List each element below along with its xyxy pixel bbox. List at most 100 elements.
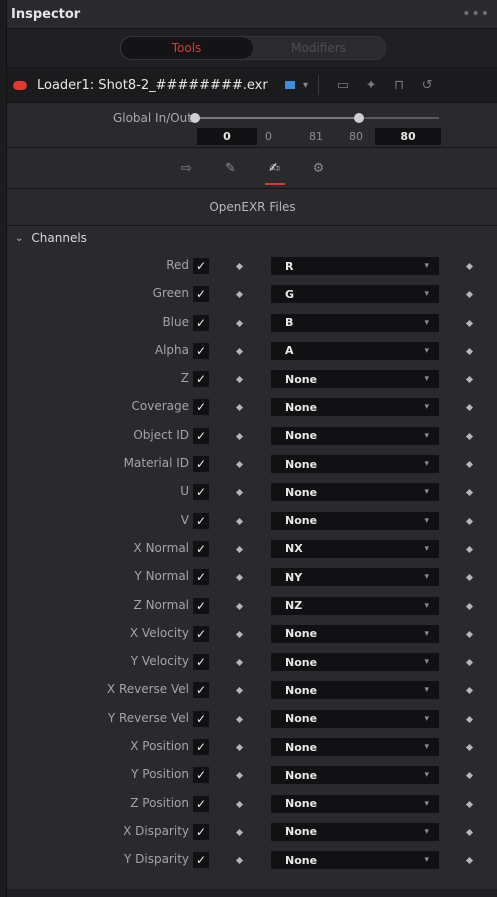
tab-tools[interactable]: Tools <box>120 37 253 59</box>
channel-enable-checkbox[interactable]: ✓ <box>193 427 209 444</box>
channel-enable-checkbox[interactable]: ✓ <box>193 540 209 557</box>
more-options-icon[interactable]: ••• <box>462 6 490 22</box>
keyframe-diamond-icon[interactable] <box>465 715 474 723</box>
channel-enable-checkbox[interactable]: ✓ <box>193 710 209 727</box>
keyframe-diamond-icon[interactable] <box>235 347 244 355</box>
keyframe-diamond-icon[interactable] <box>235 857 244 865</box>
keyframe-diamond-icon[interactable] <box>235 432 244 440</box>
range-start-handle[interactable] <box>190 113 200 123</box>
channel-enable-checkbox[interactable]: ✓ <box>193 399 209 416</box>
channel-enable-checkbox[interactable]: ✓ <box>193 823 209 840</box>
channel-enable-checkbox[interactable]: ✓ <box>193 569 209 586</box>
channel-select[interactable]: None ▾ <box>271 709 439 728</box>
keyframe-diamond-icon[interactable] <box>465 432 474 440</box>
keyframe-diamond-icon[interactable] <box>465 659 474 667</box>
channel-select[interactable]: None ▾ <box>271 738 439 757</box>
keyframe-diamond-icon[interactable] <box>465 347 474 355</box>
channel-select[interactable]: NX ▾ <box>271 539 439 558</box>
keyframe-diamond-icon[interactable] <box>465 800 474 808</box>
channel-select[interactable]: None ▾ <box>271 766 439 785</box>
channel-enable-checkbox[interactable]: ✓ <box>193 342 209 359</box>
keyframe-diamond-icon[interactable] <box>465 319 474 327</box>
format-tab-icon[interactable]: ✍ <box>262 158 288 185</box>
keyframe-diamond-icon[interactable] <box>465 376 474 384</box>
channel-enable-checkbox[interactable]: ✓ <box>193 286 209 303</box>
keyframe-diamond-icon[interactable] <box>235 517 244 525</box>
channel-select[interactable]: None ▾ <box>271 511 439 530</box>
channel-enable-checkbox[interactable]: ✓ <box>193 767 209 784</box>
global-in-field[interactable]: 0 <box>197 128 257 145</box>
keyframe-diamond-icon[interactable] <box>235 772 244 780</box>
keyframe-diamond-icon[interactable] <box>235 687 244 695</box>
channel-enable-checkbox[interactable]: ✓ <box>193 739 209 756</box>
keyframe-diamond-icon[interactable] <box>465 489 474 497</box>
keyframe-diamond-icon[interactable] <box>235 630 244 638</box>
keyframe-diamond-icon[interactable] <box>235 828 244 836</box>
keyframe-diamond-icon[interactable] <box>465 772 474 780</box>
channel-select[interactable]: None ▾ <box>271 426 439 445</box>
keyframe-diamond-icon[interactable] <box>235 461 244 469</box>
channel-enable-checkbox[interactable]: ✓ <box>193 795 209 812</box>
channel-enable-checkbox[interactable]: ✓ <box>193 654 209 671</box>
channel-enable-checkbox[interactable]: ✓ <box>193 852 209 869</box>
channels-section-header[interactable]: ⌄ Channels <box>7 226 497 250</box>
keyframe-diamond-icon[interactable] <box>465 517 474 525</box>
keyframe-diamond-icon[interactable] <box>235 744 244 752</box>
channel-select[interactable]: None ▾ <box>271 483 439 502</box>
keyframe-diamond-icon[interactable] <box>465 404 474 412</box>
channel-enable-checkbox[interactable]: ✓ <box>193 512 209 529</box>
channel-select[interactable]: A ▾ <box>271 341 439 360</box>
keyframe-diamond-icon[interactable] <box>235 489 244 497</box>
keyframe-diamond-icon[interactable] <box>235 800 244 808</box>
keyframe-diamond-icon[interactable] <box>235 715 244 723</box>
keyframe-diamond-icon[interactable] <box>465 687 474 695</box>
channel-select[interactable]: None ▾ <box>271 851 439 870</box>
channel-select[interactable]: B ▾ <box>271 313 439 332</box>
channel-select[interactable]: None ▾ <box>271 624 439 643</box>
keyframe-diamond-icon[interactable] <box>465 461 474 469</box>
channel-select[interactable]: None ▾ <box>271 822 439 841</box>
global-out-field[interactable]: 80 <box>375 128 441 145</box>
keyframe-diamond-icon[interactable] <box>235 545 244 554</box>
reset-icon[interactable]: ↺ <box>413 78 441 93</box>
import-tab-icon[interactable]: ⇨ <box>174 158 200 178</box>
keyframe-diamond-icon[interactable] <box>235 602 244 610</box>
lock-icon[interactable]: ⊓ <box>385 78 413 93</box>
channel-select[interactable]: None ▾ <box>271 681 439 700</box>
channel-enable-checkbox[interactable]: ✓ <box>193 625 209 642</box>
channel-enable-checkbox[interactable]: ✓ <box>193 258 209 274</box>
channel-select[interactable]: None ▾ <box>271 794 439 813</box>
tab-modifiers[interactable]: Modifiers <box>253 37 385 59</box>
channel-select[interactable]: G ▾ <box>271 285 439 304</box>
keyframe-diamond-icon[interactable] <box>465 744 474 752</box>
keyframe-diamond-icon[interactable] <box>465 828 474 836</box>
channel-enable-checkbox[interactable]: ✓ <box>193 371 209 388</box>
chevron-down-icon[interactable]: ▾ <box>303 80 308 91</box>
keyframe-diamond-icon[interactable] <box>465 574 474 582</box>
keyframe-diamond-icon[interactable] <box>465 545 474 554</box>
channel-select[interactable]: None ▾ <box>271 653 439 672</box>
channel-enable-checkbox[interactable]: ✓ <box>193 456 209 473</box>
keyframe-diamond-icon[interactable] <box>235 262 244 271</box>
pin-icon[interactable]: ✦ <box>357 78 385 93</box>
channel-enable-checkbox[interactable]: ✓ <box>193 597 209 614</box>
channel-select[interactable]: R ▾ <box>271 257 439 275</box>
range-end-handle[interactable] <box>354 113 364 123</box>
keyframe-diamond-icon[interactable] <box>235 404 244 412</box>
color-swatch[interactable] <box>285 81 295 89</box>
keyframe-diamond-icon[interactable] <box>235 319 244 327</box>
edit-tab-icon[interactable]: ✎ <box>218 158 244 178</box>
keyframe-diamond-icon[interactable] <box>235 659 244 667</box>
channel-select[interactable]: None ▾ <box>271 455 439 474</box>
settings-tab-icon[interactable]: ⚙ <box>306 158 332 178</box>
channel-enable-checkbox[interactable]: ✓ <box>193 314 209 331</box>
channel-select[interactable]: NY ▾ <box>271 568 439 587</box>
channel-enable-checkbox[interactable]: ✓ <box>193 682 209 699</box>
keyframe-diamond-icon[interactable] <box>465 602 474 610</box>
keyframe-diamond-icon[interactable] <box>235 291 244 299</box>
keyframe-diamond-icon[interactable] <box>465 262 474 271</box>
tool-active-toggle[interactable] <box>13 80 27 90</box>
keyframe-diamond-icon[interactable] <box>465 857 474 865</box>
keyframe-diamond-icon[interactable] <box>465 291 474 299</box>
keyframe-diamond-icon[interactable] <box>235 574 244 582</box>
